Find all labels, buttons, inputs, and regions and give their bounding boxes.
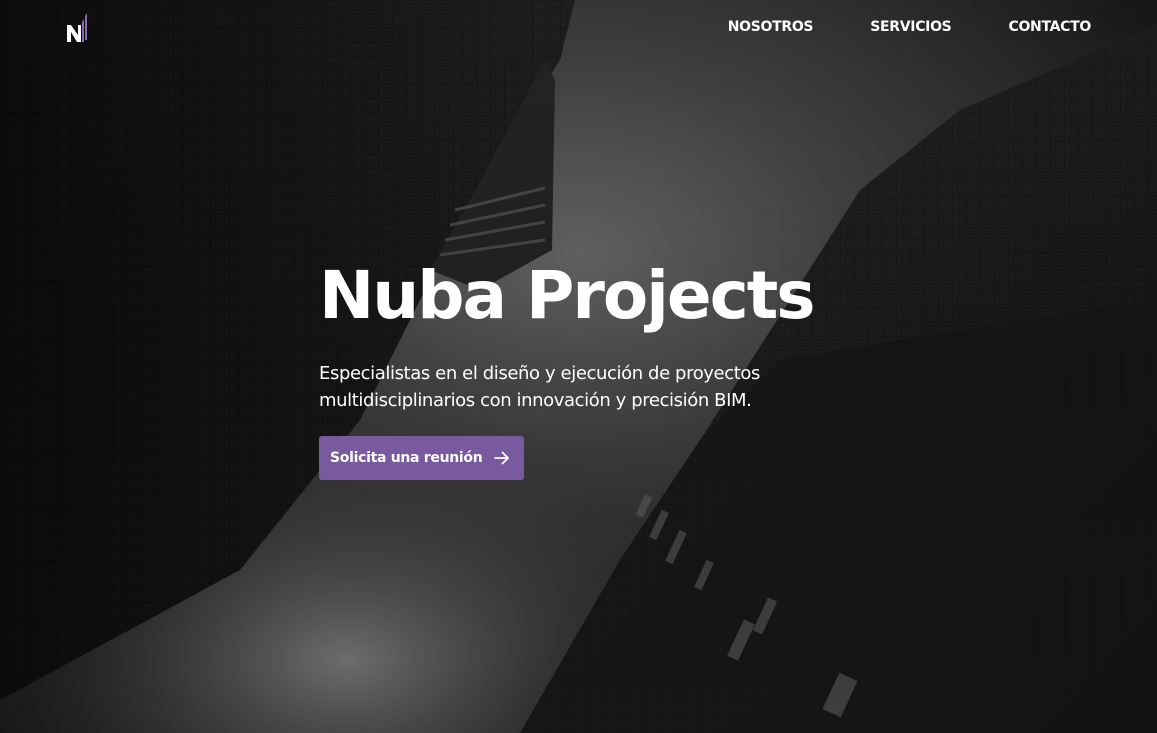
arrow-right-icon [494, 451, 510, 465]
main-navigation: NOSOTROS SERVICIOS CONTACTO [728, 17, 1092, 37]
nuba-logo[interactable] [66, 12, 88, 44]
hero-title: Nuba Projects [319, 257, 816, 334]
request-meeting-button[interactable]: Solicita una reunión [319, 436, 525, 480]
hero-section: NOSOTROS SERVICIOS CONTACTO Nuba Project… [0, 0, 1157, 733]
hero-content: Nuba Projects Especialistas en el diseño… [319, 254, 879, 480]
nav-link-nosotros[interactable]: NOSOTROS [728, 17, 814, 37]
nav-link-contacto[interactable]: CONTACTO [1008, 17, 1091, 37]
hero-subtitle: Especialistas en el diseño y ejecución d… [319, 363, 760, 411]
nav-link-servicios[interactable]: SERVICIOS [870, 17, 952, 37]
request-meeting-button-label: Solicita una reunión [330, 450, 483, 466]
